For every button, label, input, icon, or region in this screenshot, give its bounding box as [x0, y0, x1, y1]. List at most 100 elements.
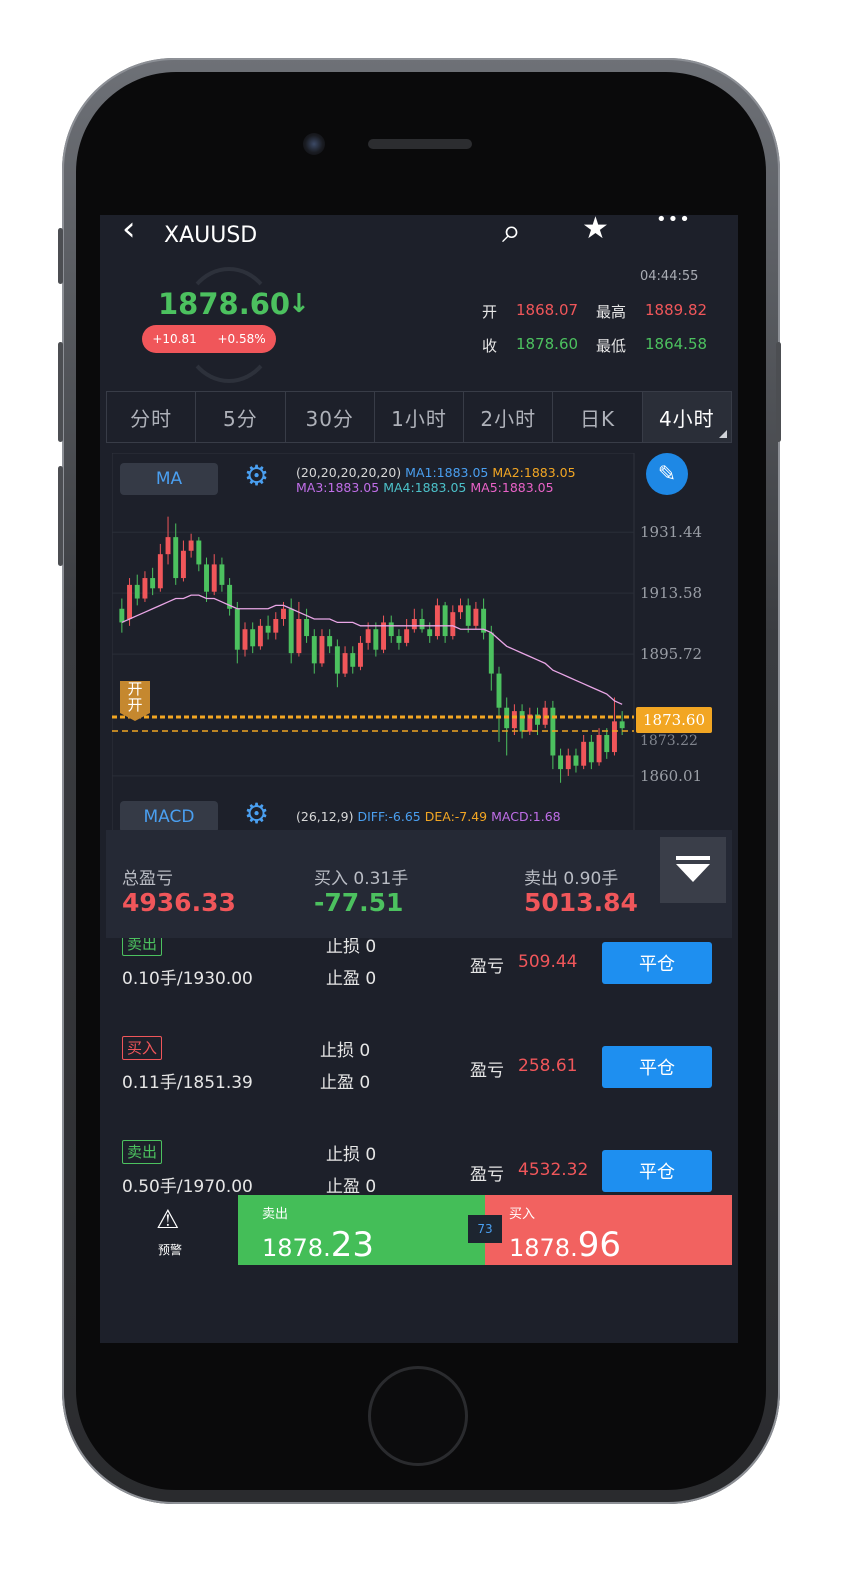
macd-indicator-button[interactable]: MACD	[120, 801, 218, 833]
candle-body	[373, 629, 379, 650]
ma1-value: MA1:1883.05	[405, 465, 489, 480]
low-value: 1864.58	[645, 335, 708, 353]
arrow-down-icon: ↓	[288, 289, 310, 319]
sell-lots-label: 卖出 0.90手	[524, 869, 619, 889]
high-label: 最高	[596, 303, 627, 321]
stop-loss: 止损 0	[326, 1140, 376, 1165]
candle-body	[434, 605, 440, 637]
candle-body	[157, 554, 163, 589]
trade-bar: ⚠ 预警 卖出 1878.23 买入 1878.96 73	[106, 1195, 732, 1265]
take-profit-value: 0	[359, 1073, 371, 1093]
candle-body	[558, 755, 564, 770]
stop-loss-label: 止损	[320, 1041, 354, 1061]
position-row: 卖出 0.10手/1930.00 止损 0 止盈 0 盈亏 509.44 平仓	[106, 938, 732, 1016]
candle-body	[334, 646, 340, 674]
macd-settings-gear-icon[interactable]: ⚙	[244, 797, 269, 830]
open-value: 1868.07	[516, 301, 579, 319]
candle-body	[350, 653, 356, 667]
tab-time-share[interactable]: 分时	[107, 392, 197, 442]
position-pnl-label: 盈亏	[470, 1061, 504, 1081]
home-button[interactable]	[368, 1366, 468, 1466]
candle-body	[296, 619, 302, 654]
position-side-tag: 卖出	[122, 938, 163, 956]
candle-body	[573, 755, 579, 766]
candle-body	[219, 564, 225, 585]
candle-body	[342, 653, 348, 674]
collapse-arrow-icon	[676, 856, 710, 882]
close-position-button[interactable]: 平仓	[602, 1046, 712, 1088]
y-tick-label: 1931.44	[640, 523, 702, 541]
ma-line	[121, 594, 623, 705]
chart-grid	[112, 531, 634, 777]
stop-loss: 止损 0	[326, 938, 376, 957]
y-tick-label: 1913.58	[640, 584, 702, 602]
y-tick-label: 1860.01	[640, 767, 702, 785]
macd-values: (26,12,9) DIFF:-6.65 DEA:-7.49 MACD:1.68	[296, 809, 561, 824]
chart-svg: 1931.44 1913.58 1895.72 1860.01	[111, 452, 702, 834]
power-button	[776, 342, 781, 442]
tab-1hour[interactable]: 1小时	[375, 392, 465, 442]
search-icon[interactable]: ⌕	[502, 215, 521, 251]
candle-body	[581, 741, 587, 766]
candle-body	[204, 564, 209, 592]
stop-loss: 止损 0	[320, 1036, 370, 1061]
candle-body	[311, 636, 317, 664]
candle-body	[188, 540, 194, 551]
position-row: 卖出 0.50手/1970.00 止损 0 止盈 0 盈亏 4532.32 平仓	[106, 1120, 732, 1195]
more-icon[interactable]: •••	[656, 215, 691, 230]
buy-button[interactable]: 买入 1878.96	[485, 1195, 732, 1265]
alarm-label: 预警	[158, 1243, 183, 1257]
candle-body	[304, 619, 310, 637]
tab-30min[interactable]: 30分	[286, 392, 375, 442]
candle-body	[180, 550, 186, 579]
high-value: 1889.82	[645, 301, 708, 319]
close-label: 收	[482, 337, 498, 355]
take-profit: 止盈 0	[320, 1068, 370, 1093]
sell-price: 1878.23	[262, 1225, 374, 1265]
ma-indicator-button[interactable]: MA	[120, 463, 218, 495]
candle-body	[596, 735, 602, 763]
sell-button[interactable]: 卖出 1878.23	[238, 1195, 485, 1265]
favorite-star-icon[interactable]: ★	[582, 215, 609, 246]
ma2-value: MA2:1883.05	[492, 465, 576, 480]
tab-5min[interactable]: 5分	[196, 392, 286, 442]
ma5-value: MA5:1883.05	[470, 480, 554, 495]
tab-2hour[interactable]: 2小时	[464, 392, 554, 442]
ma-params: (20,20,20,20,20)	[296, 465, 402, 480]
buy-price: 1878.96	[509, 1225, 621, 1265]
buy-price-prefix: 1878.	[509, 1234, 578, 1262]
ma-values: (20,20,20,20,20) MA1:1883.05 MA2:1883.05…	[296, 465, 576, 495]
volume-up-button	[58, 342, 63, 442]
close-position-button[interactable]: 平仓	[602, 942, 712, 984]
tab-4hour[interactable]: 4小时	[642, 392, 731, 442]
partially-hidden-price-tick: 1873.22	[640, 733, 698, 749]
candle-body	[388, 622, 394, 637]
ma-settings-gear-icon[interactable]: ⚙	[244, 459, 269, 492]
candle-body	[458, 605, 463, 613]
buy-label: 买入	[509, 1207, 536, 1222]
take-profit: 止盈 0	[326, 964, 376, 989]
position-pnl-label: 盈亏	[470, 957, 504, 977]
candlestick-chart[interactable]: 1931.44 1913.58 1895.72 1860.01 MA ⚙ (20,20…	[111, 452, 736, 834]
position-lots: 0.11手/1851.39	[122, 1073, 253, 1093]
candle-body	[519, 711, 525, 732]
candle-body	[196, 540, 202, 565]
candle-body	[265, 625, 271, 633]
close-value: 1878.60	[516, 335, 579, 353]
earpiece-speaker	[368, 139, 472, 149]
close-position-button[interactable]: 平仓	[602, 1150, 712, 1192]
edit-pen-icon[interactable]: ✎	[646, 453, 688, 495]
candle-body	[119, 608, 125, 623]
position-side-tag: 卖出	[122, 1140, 163, 1164]
candle-body	[319, 636, 325, 664]
collapse-button[interactable]	[660, 837, 726, 903]
alarm-button[interactable]: ⚠ 预警	[106, 1195, 238, 1265]
change-percent: +0.58%	[217, 332, 266, 346]
position-pnl-value: 4532.32	[518, 1160, 589, 1180]
back-icon[interactable]: ‹	[122, 215, 136, 249]
tab-daily[interactable]: 日K	[553, 392, 643, 442]
candle-body	[619, 721, 625, 729]
candle-body	[411, 619, 417, 630]
open-position-marker[interactable]: 开 开	[120, 681, 150, 721]
candle-body	[419, 619, 425, 630]
